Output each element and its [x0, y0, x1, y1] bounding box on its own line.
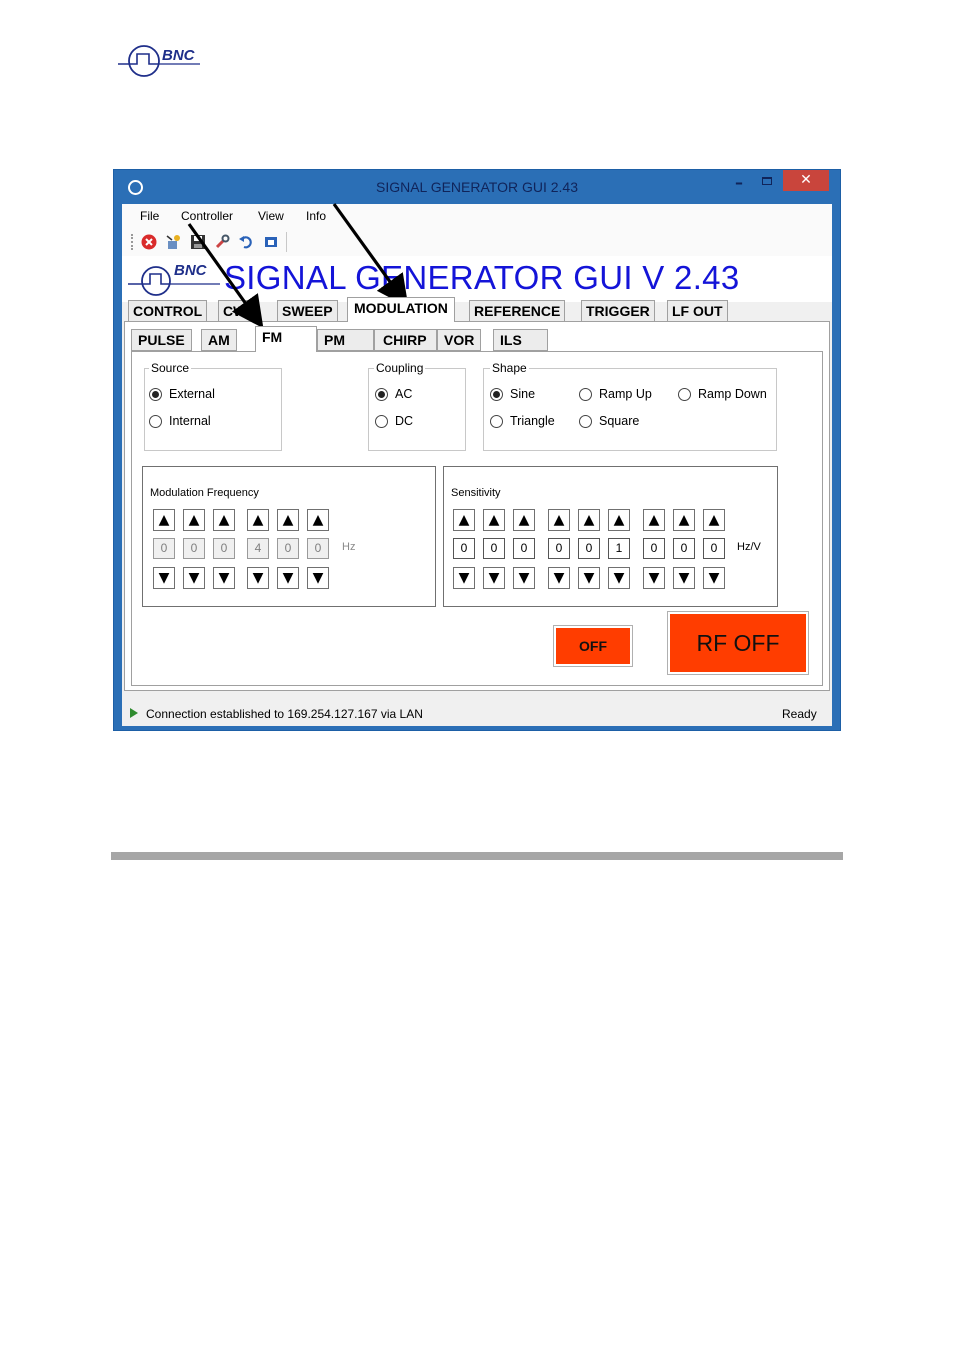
arrow-to-modulation-tab: [332, 203, 409, 308]
annotation-arrows: [187, 203, 409, 329]
arrow-to-fm-tab: [187, 223, 264, 329]
page-divider: [111, 852, 843, 860]
tab-modulation[interactable]: MODULATION: [347, 297, 455, 322]
subtab-fm[interactable]: FM: [255, 326, 317, 352]
